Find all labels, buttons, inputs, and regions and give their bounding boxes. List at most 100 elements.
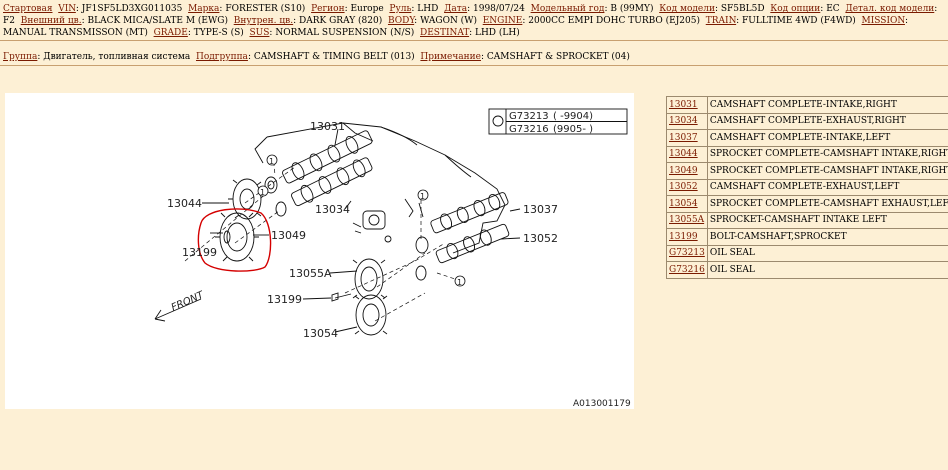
part-code-link[interactable]: G73216 (669, 265, 705, 275)
part-description: CAMSHAFT COMPLETE-INTAKE,LEFT (706, 129, 948, 147)
part-description: SPROCKET COMPLETE-CAMSHAFT INTAKE,RIGHT (706, 162, 948, 180)
callout-13044: 13044 (167, 197, 202, 210)
engine-value: 2000CC EMPI DOHC TURBO (EJ205) (528, 16, 700, 26)
destination-value: LHD (LH) (474, 28, 520, 38)
model-code-label[interactable]: Код модели (659, 4, 715, 14)
grade-label[interactable]: GRADE (154, 28, 188, 38)
table-row: G73213 OIL SEAL (666, 244, 948, 262)
part-code-link[interactable]: 13055A (669, 215, 704, 225)
part-description: OIL SEAL (706, 261, 948, 279)
part-description: CAMSHAFT COMPLETE-EXHAUST,RIGHT (706, 112, 948, 130)
group-link[interactable]: Группа (3, 52, 37, 62)
interior-color-value: DARK GRAY (820) (299, 16, 383, 26)
part-code-link[interactable]: 13044 (669, 149, 698, 159)
part-code-link[interactable]: 13031 (669, 100, 698, 110)
table-row: 13037 CAMSHAFT COMPLETE-INTAKE,LEFT (666, 129, 948, 147)
callout-13034: 13034 (315, 203, 350, 216)
callout-1c: 1 (420, 192, 425, 201)
table-row: G73216 OIL SEAL (666, 261, 948, 279)
note-value: CAMSHAFT & SPROCKET (04) (486, 52, 630, 62)
note-link[interactable]: Примечание (420, 52, 481, 62)
mission-value: MANUAL TRANSMISSON (MT) (3, 28, 148, 38)
callout-1d: 1 (457, 278, 462, 287)
part-code-link[interactable]: 13199 (669, 232, 698, 242)
steering-label[interactable]: Руль (389, 4, 411, 14)
mission-label[interactable]: MISSION (862, 16, 905, 26)
part-description: CAMSHAFT COMPLETE-INTAKE,RIGHT (706, 96, 948, 114)
interior-color-label[interactable]: Внутрен. цв. (234, 16, 293, 26)
breadcrumb: Группа: Двигатель, топливная система Под… (3, 52, 630, 62)
parts-table: 13031 CAMSHAFT COMPLETE-INTAKE,RIGHT 1303… (666, 96, 948, 279)
callout-1b: 1 (260, 188, 265, 197)
region-label[interactable]: Регион (311, 4, 345, 14)
parts-diagram[interactable]: 1 1 1 1 13031 13044 13199 13049 13034 13… (5, 93, 634, 409)
sus-label[interactable]: SUS (250, 28, 270, 38)
ref-code-1: G73213 (509, 111, 549, 122)
part-code-link[interactable]: 13037 (669, 133, 698, 143)
callout-13049: 13049 (271, 229, 306, 242)
callout-13055a: 13055A (289, 267, 332, 280)
part-description: SPROCKET-CAMSHAFT INTAKE LEFT (706, 211, 948, 229)
model-year-value: B (99MY) (610, 4, 654, 14)
option-code-label[interactable]: Код опции (770, 4, 820, 14)
grade-value: TYPE-S (S) (193, 28, 244, 38)
brand-label[interactable]: Марка (188, 4, 219, 14)
part-code-link[interactable]: G73213 (669, 248, 705, 258)
subgroup-link[interactable]: Подгруппа (196, 52, 248, 62)
vin-label[interactable]: VIN (58, 4, 76, 14)
ref-code-2: G73216 (509, 124, 549, 135)
figure-id: A013001179 (573, 399, 631, 409)
train-label[interactable]: TRAIN (706, 16, 736, 26)
subgroup-value: CAMSHAFT & TIMING BELT (013) (253, 52, 415, 62)
vin-value: JF1SF5LD3XG011035 (81, 4, 183, 14)
callout-13031: 13031 (310, 120, 345, 133)
destination-label[interactable]: DESTINAT (420, 28, 469, 38)
table-row: 13054 SPROCKET COMPLETE-CAMSHAFT EXHAUST,… (666, 195, 948, 213)
model-code-value: SF5BL5D (720, 4, 765, 14)
table-row: 13199 BOLT-CAMSHAFT,SPROCKET (666, 228, 948, 246)
callout-1a: 1 (269, 157, 274, 166)
detail-model-code-value: F2 (3, 16, 15, 26)
header-divider (0, 40, 948, 41)
brand-value: FORESTER (S10) (225, 4, 306, 14)
table-row: 13044 SPROCKET COMPLETE-CAMSHAFT INTAKE,R… (666, 145, 948, 163)
engine-label[interactable]: ENGINE (483, 16, 523, 26)
callout-13199-upper: 13199 (182, 246, 217, 259)
exterior-color-label[interactable]: Внешний цв. (21, 16, 82, 26)
model-year-label[interactable]: Модельный год (531, 4, 605, 14)
part-description: SPROCKET COMPLETE-CAMSHAFT INTAKE,RIGHT (706, 145, 948, 163)
part-description: OIL SEAL (706, 244, 948, 262)
table-row: 13031 CAMSHAFT COMPLETE-INTAKE,RIGHT (666, 96, 948, 114)
part-code-link[interactable]: 13054 (669, 199, 698, 209)
part-description: SPROCKET COMPLETE-CAMSHAFT EXHAUST,LEFT (706, 195, 948, 213)
part-code-link[interactable]: 13052 (669, 182, 698, 192)
breadcrumb-divider (0, 65, 948, 66)
region-value: Europe (350, 4, 384, 14)
body-label[interactable]: BODY (388, 16, 414, 26)
date-value: 1998/07/24 (473, 4, 525, 14)
callout-13199-lower: 13199 (267, 293, 302, 306)
parts-diagram-svg: 1 1 1 1 13031 13044 13199 13049 13034 13… (154, 108, 631, 409)
body-value: WAGON (W) (420, 16, 477, 26)
callout-13052: 13052 (523, 232, 558, 245)
detail-model-code-label[interactable]: Детал. код модели (845, 4, 934, 14)
callout-13037: 13037 (523, 203, 558, 216)
date-label[interactable]: Дата (444, 4, 467, 14)
vehicle-info-header: Стартовая VIN: JF1SF5LD3XG011035 Марка: … (3, 4, 938, 38)
part-code-link[interactable]: 13049 (669, 166, 698, 176)
highlight-circle (197, 208, 272, 272)
steering-value: LHD (417, 4, 439, 14)
train-value: FULLTIME 4WD (F4WD) (742, 16, 856, 26)
callout-13054: 13054 (303, 327, 338, 340)
group-value: Двигатель, топливная система (43, 52, 191, 62)
part-description: CAMSHAFT COMPLETE-EXHAUST,LEFT (706, 178, 948, 196)
exterior-color-value: BLACK MICA/SLATE M (EWG) (87, 16, 228, 26)
part-code-link[interactable]: 13034 (669, 116, 698, 126)
table-row: 13052 CAMSHAFT COMPLETE-EXHAUST,LEFT (666, 178, 948, 196)
start-link[interactable]: Стартовая (3, 4, 53, 14)
sus-value: NORMAL SUSPENSION (N/S) (275, 28, 415, 38)
front-label: FRONT (170, 289, 206, 313)
part-description: BOLT-CAMSHAFT,SPROCKET (706, 228, 948, 246)
option-code-value: EC (826, 4, 840, 14)
ref-range-2: (9905- ) (553, 124, 593, 135)
